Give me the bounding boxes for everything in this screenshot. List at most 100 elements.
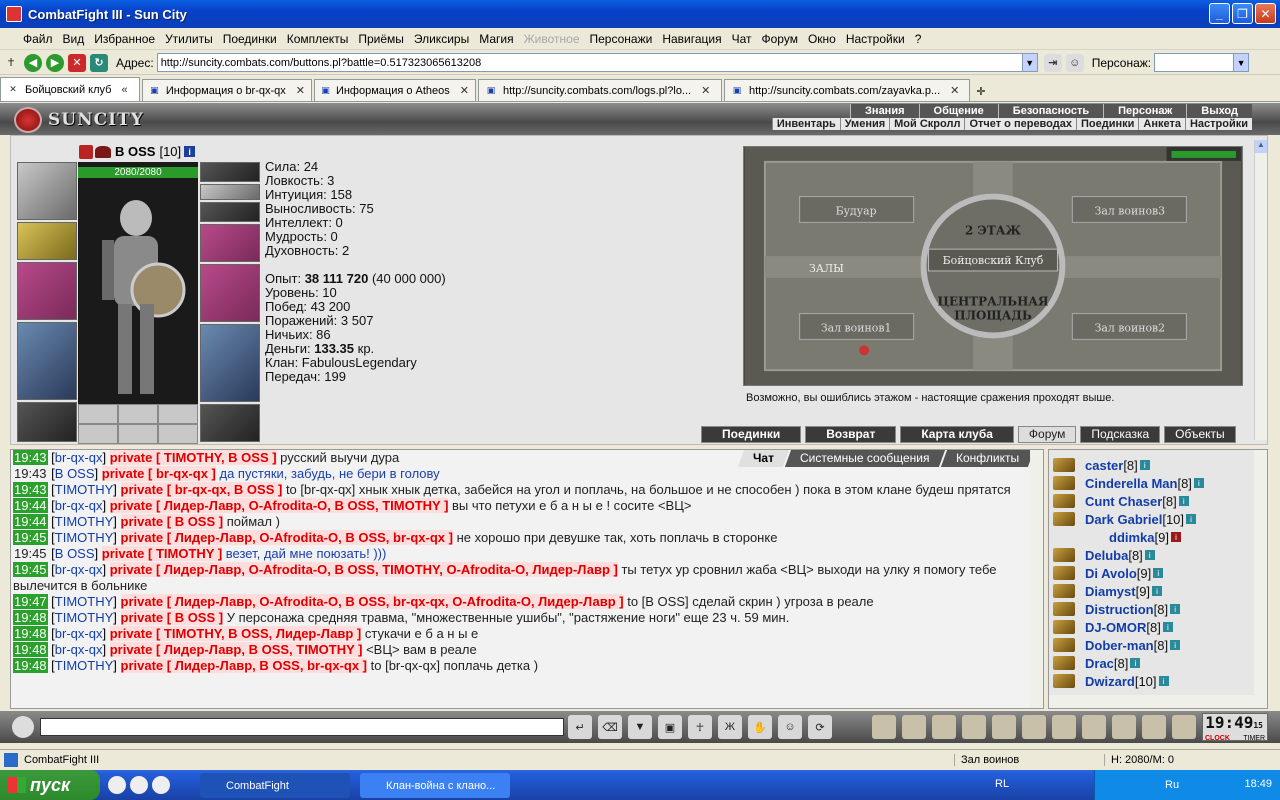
info-icon[interactable]: i — [1158, 676, 1169, 686]
menu-item-1[interactable]: Вид — [58, 32, 90, 46]
message-private-recipients[interactable]: private [ br-qx-qx, B OSS ] — [120, 482, 283, 497]
flag-icon[interactable] — [1142, 715, 1166, 739]
user-list-item[interactable]: Di Avolo [9] i — [1049, 564, 1267, 582]
user-name[interactable]: Cinderella Man — [1085, 476, 1177, 491]
address-input[interactable] — [156, 53, 1023, 72]
rune-slot-2[interactable] — [118, 424, 158, 444]
info-icon[interactable]: i — [1130, 658, 1141, 668]
stop-button[interactable]: ✕ — [68, 53, 86, 72]
user-name[interactable]: Deluba — [1085, 548, 1128, 563]
message-private-recipients[interactable]: private [ Лидер-Лавр, B OSS, TIMOTHY ] — [109, 642, 363, 657]
new-tab-icon[interactable]: ✛ — [972, 81, 990, 101]
menu-item-15[interactable]: Настройки — [841, 32, 910, 46]
menu-item-9[interactable]: Животное — [519, 32, 585, 46]
rings-slot[interactable] — [200, 202, 260, 222]
top-nav-item-0[interactable]: Знания — [850, 104, 919, 118]
refresh-chat-icon[interactable]: ⟳ — [808, 715, 832, 739]
user-name[interactable]: Di Avolo — [1085, 566, 1137, 581]
info-icon[interactable]: i — [1152, 586, 1163, 596]
private-message-icon[interactable] — [1053, 512, 1075, 526]
message-author[interactable]: br-qx-qx — [55, 450, 103, 465]
user-list-item[interactable]: Drac [8] i — [1049, 654, 1267, 672]
top-nav-item-1[interactable]: Общение — [918, 104, 998, 118]
user-list-item[interactable]: Dober-man [8] i — [1049, 636, 1267, 654]
private-message-icon[interactable] — [1053, 548, 1075, 562]
sub-nav-item-6[interactable]: Настройки — [1184, 118, 1252, 130]
message-author[interactable]: TIMOTHY — [55, 610, 114, 625]
minimize-button[interactable]: _ — [1209, 3, 1230, 24]
user-name[interactable]: Dober-man — [1085, 638, 1154, 653]
sub-nav-item-5[interactable]: Анкета — [1138, 118, 1185, 130]
message-author[interactable]: B OSS — [55, 546, 95, 561]
user-list-item[interactable]: Distruction [8] i — [1049, 600, 1267, 618]
menu-item-12[interactable]: Чат — [727, 32, 757, 46]
message-author[interactable]: br-qx-qx — [55, 498, 103, 513]
sub-nav-item-3[interactable]: Отчет о переводах — [964, 118, 1076, 130]
persona-dropdown-icon[interactable]: ▼ — [1234, 53, 1250, 72]
helmet-slot[interactable] — [17, 162, 77, 220]
users-icon[interactable]: ☺ — [1065, 53, 1084, 72]
chat-tab-2[interactable]: Конфликты — [940, 450, 1035, 467]
browser-tab-0[interactable]: ✕ Бойцовский клуб « — [0, 77, 140, 101]
ring-slot-2[interactable] — [118, 404, 158, 424]
info-icon[interactable]: i — [1178, 496, 1189, 506]
menu-item-10[interactable]: Персонажи — [585, 32, 658, 46]
menu-item-7[interactable]: Эликсиры — [409, 32, 474, 46]
menu-item-6[interactable]: Приёмы — [353, 32, 409, 46]
message-private-recipients[interactable]: private [ br-qx-qx ] — [101, 466, 216, 481]
start-button[interactable]: пуск — [0, 770, 100, 800]
back-button[interactable]: ◀ — [24, 53, 42, 72]
message-private-recipients[interactable]: private [ Лидер-Лавр, O-Afrodita-O, B OS… — [109, 562, 618, 577]
private-message-icon[interactable] — [1053, 584, 1075, 598]
person-icon[interactable]: ☥ — [688, 715, 712, 739]
offhand-slot[interactable] — [200, 264, 260, 322]
close-icon[interactable]: ✕ — [7, 84, 19, 96]
character-nick[interactable]: B OSS — [115, 144, 155, 159]
lock-icon[interactable] — [1082, 715, 1106, 739]
user-name[interactable]: Diamyst — [1085, 584, 1136, 599]
info-icon[interactable]: i — [1139, 460, 1150, 470]
sub-nav-item-1[interactable]: Умения — [839, 118, 889, 130]
main-button-4[interactable]: Подсказка — [1080, 426, 1161, 443]
go-icon[interactable]: ⇥ — [1043, 53, 1062, 72]
boots-slot[interactable] — [200, 404, 260, 442]
translit-icon[interactable]: Ж — [718, 715, 742, 739]
hand-icon[interactable]: ✋ — [748, 715, 772, 739]
speaker-icon[interactable] — [12, 716, 34, 738]
info-icon[interactable]: i — [1153, 568, 1164, 578]
user-name[interactable]: Cunt Chaser — [1085, 494, 1162, 509]
user-list-item[interactable]: ddimka [9] i — [1049, 528, 1267, 546]
fight-icon[interactable] — [902, 715, 926, 739]
chat-tab-1[interactable]: Системные сообщения — [785, 450, 945, 467]
main-button-2[interactable]: Карта клуба — [900, 426, 1014, 443]
message-private-recipients[interactable]: private [ Лидер-Лавр, O-Afrodita-O, B OS… — [120, 594, 624, 609]
eraser-icon[interactable]: ⌫ — [598, 715, 622, 739]
menu-item-2[interactable]: Избранное — [89, 32, 160, 46]
scroll-up-icon[interactable]: ▲ — [1255, 140, 1267, 153]
tab-scroll-left-icon[interactable]: « — [121, 84, 127, 96]
panel-scrollbar[interactable]: ▲ — [1254, 140, 1267, 440]
pin-icon[interactable]: ✝ — [2, 54, 20, 72]
browser-tab-1[interactable]: ▣ Информация о br-qx-qx ✕ — [142, 79, 312, 101]
private-message-icon[interactable] — [1053, 458, 1075, 472]
filter-icon[interactable]: ▼ — [628, 715, 652, 739]
user-name[interactable]: DJ-OMOR — [1085, 620, 1146, 635]
pet-icon[interactable] — [1052, 715, 1076, 739]
main-button-5[interactable]: Объекты — [1164, 426, 1236, 443]
user-name[interactable]: Dwizard — [1085, 674, 1135, 689]
bracers-slot[interactable] — [17, 222, 77, 260]
menu-item-0[interactable]: Файл — [18, 32, 58, 46]
input-language[interactable]: RL — [995, 778, 1009, 790]
quicklaunch-icon-3[interactable] — [152, 776, 170, 794]
menu-item-4[interactable]: Поединки — [218, 32, 282, 46]
sub-nav-item-2[interactable]: Мой Скролл — [889, 118, 964, 130]
user-list-item[interactable]: Diamyst [9] i — [1049, 582, 1267, 600]
close-icon[interactable]: ✕ — [950, 84, 959, 97]
main-button-1[interactable]: Возврат — [805, 426, 897, 443]
browser-tab-4[interactable]: ▣ http://suncity.combats.com/zayavka.p...… — [724, 79, 970, 101]
menu-item-8[interactable]: Магия — [474, 32, 518, 46]
info-icon[interactable]: i — [1193, 478, 1204, 488]
weapon-slot[interactable] — [17, 262, 77, 320]
rune-slot-3[interactable] — [158, 424, 198, 444]
chat-input[interactable] — [40, 718, 564, 736]
